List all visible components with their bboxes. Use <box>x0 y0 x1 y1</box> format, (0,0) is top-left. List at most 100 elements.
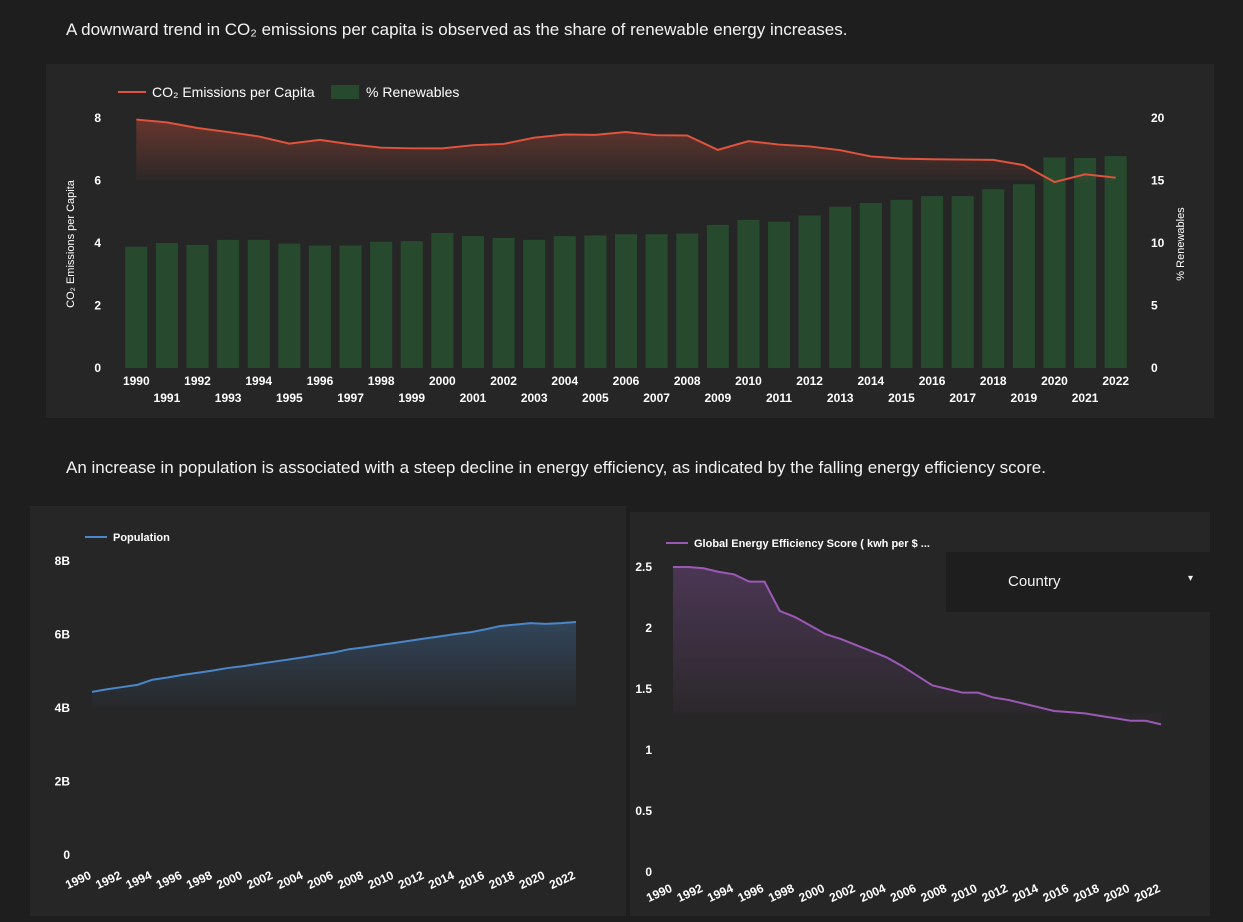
x-tick-label: 2010 <box>735 374 762 388</box>
x-tick-label: 2022 <box>547 868 577 892</box>
y-tick-label: 8B <box>55 554 71 568</box>
x-tick-label: 2014 <box>857 374 884 388</box>
renewables-bar <box>370 241 393 368</box>
x-tick-label: 2016 <box>456 868 486 892</box>
x-tick-label: 2012 <box>796 374 823 388</box>
legend-label: Population <box>113 532 170 544</box>
renewables-bar <box>308 245 331 368</box>
x-tick-label: 1996 <box>154 868 184 892</box>
y-left-tick-label: 6 <box>94 174 101 188</box>
x-tick-label: 2013 <box>827 391 854 405</box>
x-tick-label: 2012 <box>980 881 1010 905</box>
x-tick-label: 2020 <box>1041 374 1068 388</box>
x-tick-label: 1998 <box>368 374 395 388</box>
x-tick-label: 2008 <box>919 881 949 905</box>
x-tick-label: 2015 <box>888 391 915 405</box>
x-tick-label: 1990 <box>63 868 93 892</box>
renewables-bar <box>278 243 301 368</box>
renewables-bar <box>614 234 638 368</box>
x-tick-label: 1991 <box>154 391 181 405</box>
y-tick-label: 6B <box>55 628 71 642</box>
x-tick-label: 2003 <box>521 391 548 405</box>
renewables-bar <box>400 241 423 368</box>
x-tick-label: 2011 <box>766 391 792 405</box>
y-right-tick-label: 10 <box>1151 236 1165 250</box>
country-filter-dropdown[interactable]: Country ▾ <box>946 552 1222 612</box>
x-tick-label: 2000 <box>214 868 244 892</box>
renewables-bar <box>1074 158 1097 368</box>
chevron-down-icon[interactable]: ▾ <box>1188 573 1193 584</box>
renewables-bar <box>676 233 699 368</box>
y-right-axis-title: % Renewables <box>1175 207 1187 281</box>
x-tick-label: 1992 <box>675 881 705 905</box>
renewables-bar <box>768 221 791 368</box>
y-right-tick-label: 15 <box>1151 174 1165 188</box>
x-tick-label: 2021 <box>1072 391 1099 405</box>
x-tick-label: 2018 <box>1071 881 1101 905</box>
x-tick-label: 2017 <box>949 391 976 405</box>
y-right-tick-label: 0 <box>1151 361 1158 375</box>
x-tick-label: 2000 <box>429 374 456 388</box>
y-tick-label: 1 <box>645 743 652 757</box>
y-left-tick-label: 4 <box>94 236 101 250</box>
renewables-bar <box>125 246 148 368</box>
renewables-bar <box>431 233 454 368</box>
x-tick-label: 2019 <box>1011 391 1038 405</box>
x-tick-label: 2002 <box>490 374 517 388</box>
x-tick-label: 2010 <box>366 868 396 892</box>
x-tick-label: 1990 <box>123 374 150 388</box>
x-tick-label: 1996 <box>307 374 334 388</box>
x-tick-label: 2018 <box>980 374 1007 388</box>
x-tick-label: 2014 <box>426 868 456 892</box>
legend-label: Global Energy Efficiency Score ( kwh per… <box>694 538 930 550</box>
x-tick-label: 2004 <box>551 374 578 388</box>
y-tick-label: 2B <box>55 775 71 789</box>
renewables-bar <box>523 239 546 368</box>
x-tick-label: 1993 <box>215 391 242 405</box>
y-tick-label: 4B <box>55 701 71 715</box>
renewables-bar <box>492 238 515 368</box>
legend-label-co2: CO₂ Emissions per Capita <box>152 84 315 100</box>
emissions-renewables-chart-panel: CO₂ Emissions per Capita % Renewables 0 2 4 6… <box>46 64 1214 418</box>
renewables-bar <box>553 236 576 368</box>
x-tick-label: 1998 <box>766 881 796 905</box>
x-tick-label: 2014 <box>1010 881 1040 905</box>
x-tick-label: 2009 <box>704 391 731 405</box>
renewables-bar <box>829 206 852 368</box>
renewables-bar <box>859 203 882 368</box>
x-tick-label: 2004 <box>858 881 888 905</box>
x-tick-label: 2012 <box>396 868 426 892</box>
x-tick-label: 2007 <box>643 391 670 405</box>
y-right-tick-label: 5 <box>1151 299 1158 313</box>
x-tick-label: 2020 <box>517 868 547 892</box>
renewables-bar <box>737 219 760 368</box>
y-tick-label: 0.5 <box>635 804 652 818</box>
caption-population-efficiency: An increase in population is associated … <box>66 458 1046 477</box>
renewables-bar <box>155 243 178 368</box>
renewables-bar <box>921 196 944 368</box>
x-tick-label: 1992 <box>93 868 123 892</box>
series-area-fill <box>92 622 576 708</box>
population-chart: Population02B4B6B8B1990 1992 1994 1996 1998 2… <box>55 532 578 892</box>
x-tick-label: 2010 <box>949 881 979 905</box>
renewables-bar <box>1104 156 1127 368</box>
x-tick-label: 1999 <box>398 391 425 405</box>
x-tick-label: 2016 <box>919 374 946 388</box>
renewables-bar <box>645 234 668 368</box>
renewables-bar <box>951 196 974 368</box>
x-tick-label: 2016 <box>1041 881 1071 905</box>
y-left-tick-label: 0 <box>94 361 101 375</box>
renewables-bar <box>217 239 240 368</box>
x-tick-label: 1992 <box>184 374 211 388</box>
renewables-bar <box>1012 184 1035 368</box>
x-tick-label: 1998 <box>184 868 214 892</box>
x-tick-label: 2006 <box>613 374 640 388</box>
renewables-bar <box>982 189 1005 368</box>
x-tick-label: 2005 <box>582 391 609 405</box>
caption-emissions-renewables: A downward trend in CO₂ emissions per ca… <box>66 20 848 39</box>
x-tick-label: 2022 <box>1132 881 1162 905</box>
y-tick-label: 0 <box>63 848 70 862</box>
y-left-tick-label: 2 <box>94 299 101 313</box>
x-tick-label: 2000 <box>797 881 827 905</box>
renewables-bar <box>584 235 607 368</box>
